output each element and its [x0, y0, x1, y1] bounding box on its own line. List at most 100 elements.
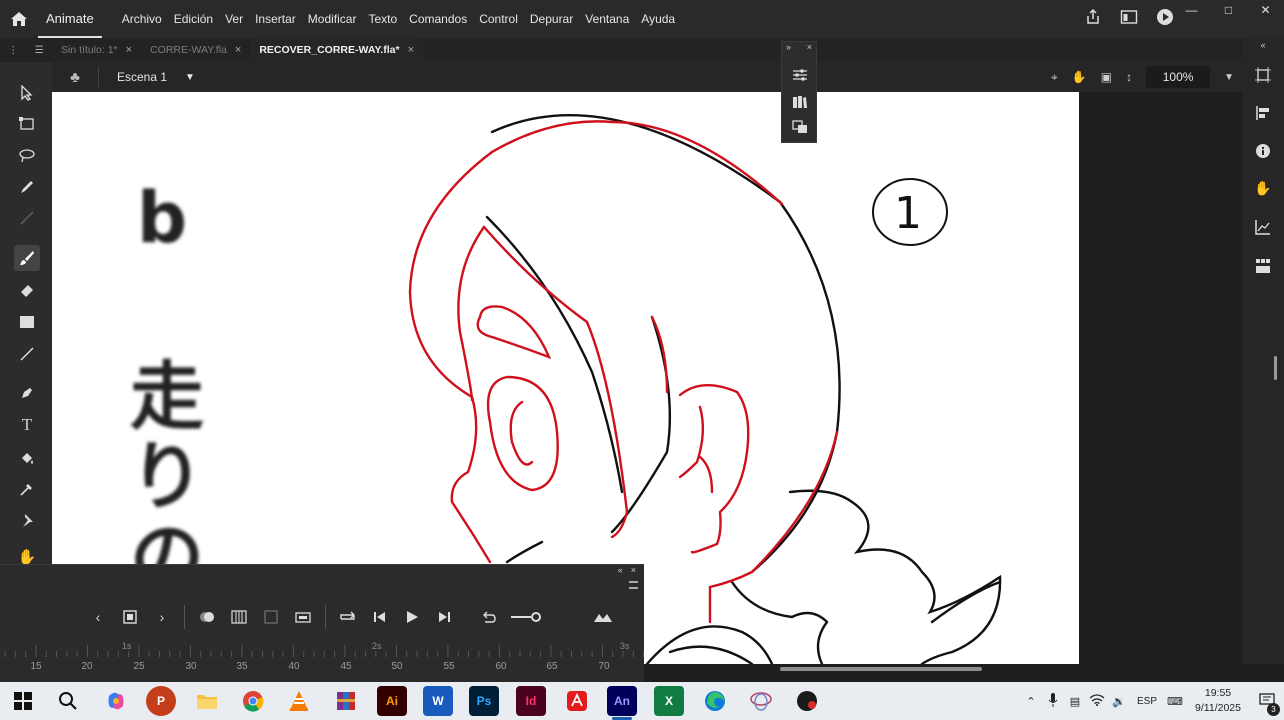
menu-depurar[interactable]: Depurar — [524, 0, 579, 38]
undo-icon[interactable] — [479, 607, 499, 627]
center-stage-icon[interactable]: ↕ — [1126, 70, 1132, 84]
illustrator-icon[interactable]: Ai — [377, 686, 407, 716]
menu-ayuda[interactable]: Ayuda — [635, 0, 681, 38]
swap-symbol-icon[interactable] — [788, 116, 812, 138]
brush-tool-icon[interactable] — [14, 245, 40, 271]
close-tab-icon[interactable]: × — [408, 44, 414, 56]
language-indicator[interactable]: ESP — [1130, 696, 1164, 707]
line-tool-icon[interactable] — [14, 341, 40, 367]
paste-frames-icon[interactable] — [261, 607, 281, 627]
loop-icon[interactable] — [338, 607, 358, 627]
wifi-icon[interactable] — [1086, 693, 1108, 709]
stop-icon[interactable] — [120, 607, 140, 627]
selection-tool-icon[interactable] — [14, 80, 40, 106]
microphone-icon[interactable] — [1042, 692, 1064, 710]
scene-selector[interactable]: Escena 1 ▼ — [99, 70, 195, 84]
clip-content-icon[interactable]: ▣ — [1101, 70, 1112, 84]
chrome-icon[interactable] — [238, 686, 268, 716]
speaker-icon[interactable]: 🔉 — [1108, 695, 1130, 708]
info-icon[interactable] — [1250, 138, 1276, 164]
eraser-tool-icon[interactable] — [14, 277, 40, 303]
eyedropper-tool-icon[interactable] — [14, 476, 40, 502]
paint-bucket-tool-icon[interactable] — [14, 445, 40, 471]
edit-multiple-frames-icon[interactable] — [229, 607, 249, 627]
step-forward-icon[interactable] — [434, 607, 454, 627]
app-dark-icon[interactable] — [792, 686, 822, 716]
edge-icon[interactable] — [700, 686, 730, 716]
library-icon[interactable] — [788, 91, 812, 113]
display-icon[interactable]: ▤ — [1064, 695, 1086, 708]
rotate-stage-icon[interactable]: ✋ — [1072, 70, 1087, 84]
file-explorer-icon[interactable] — [192, 686, 222, 716]
free-transform-tool-icon[interactable] — [14, 111, 40, 137]
motion-editor-icon[interactable] — [1250, 214, 1276, 240]
menu-insertar[interactable]: Insertar — [249, 0, 302, 38]
next-frame-icon[interactable]: › — [152, 607, 172, 627]
workspace-layout-icon[interactable] — [1120, 9, 1138, 30]
pencil-tool-icon[interactable] — [14, 174, 40, 200]
maximize-button[interactable]: □ — [1210, 0, 1247, 20]
word-icon[interactable]: W — [423, 686, 453, 716]
winrar-icon[interactable] — [331, 686, 361, 716]
tab-recover-corre-way[interactable]: RECOVER_CORRE-WAY.fla* × — [250, 38, 423, 62]
pin-tool-icon[interactable] — [14, 507, 40, 533]
step-back-icon[interactable] — [370, 607, 390, 627]
home-icon[interactable] — [0, 0, 38, 38]
share-icon[interactable] — [1084, 8, 1102, 31]
animate-icon[interactable]: An — [607, 686, 637, 716]
tab-sin-titulo[interactable]: Sin título: 1* × — [52, 38, 141, 62]
dock-scrollbar[interactable] — [1274, 356, 1277, 380]
collapse-timeline-icon[interactable]: « — [618, 565, 623, 579]
menu-modificar[interactable]: Modificar — [302, 0, 363, 38]
menu-edicion[interactable]: Edición — [168, 0, 219, 38]
menu-ver[interactable]: Ver — [219, 0, 249, 38]
lasso-tool-icon[interactable] — [14, 143, 40, 169]
close-tab-icon[interactable]: × — [235, 44, 241, 56]
components-icon[interactable] — [1250, 253, 1276, 279]
asset-warp-icon[interactable]: ✋ — [1250, 175, 1276, 201]
align-icon[interactable] — [1250, 100, 1276, 126]
copilot-icon[interactable] — [101, 686, 131, 716]
close-panel-icon[interactable]: × — [807, 42, 812, 54]
menu-archivo[interactable]: Archivo — [116, 0, 168, 38]
search-icon[interactable] — [53, 686, 83, 716]
rectangle-tool-icon[interactable] — [14, 309, 40, 335]
app-lasso-icon[interactable] — [746, 686, 776, 716]
chevron-up-icon[interactable]: ⌃ — [1020, 695, 1042, 708]
close-window-button[interactable]: ✕ — [1247, 0, 1284, 20]
timeline-menu-icon[interactable] — [629, 581, 638, 589]
notifications-icon[interactable]: 3 — [1250, 692, 1284, 716]
menu-comandos[interactable]: Comandos — [403, 0, 473, 38]
frame-scale-slider[interactable] — [511, 612, 551, 622]
pen-tool-icon[interactable] — [14, 380, 40, 406]
convert-frames-icon[interactable] — [293, 607, 313, 627]
menu-ventana[interactable]: Ventana — [579, 0, 635, 38]
minimize-button[interactable]: — — [1173, 0, 1210, 20]
previous-frame-icon[interactable]: ‹ — [88, 607, 108, 627]
collapse-panel-icon[interactable]: » — [786, 42, 791, 54]
menu-texto[interactable]: Texto — [362, 0, 403, 38]
tab-corre-way[interactable]: CORRE-WAY.fla × — [141, 38, 250, 62]
clock[interactable]: 19:55 9/11/2025 — [1186, 686, 1250, 716]
test-movie-play-icon[interactable] — [1156, 8, 1174, 31]
panel-grip-icon[interactable]: ⋮ ☰ — [0, 38, 52, 62]
frame-ruler[interactable]: 1s 2s 3s 15 20 25 30 35 40 45 50 55 60 6… — [0, 639, 644, 681]
onion-skin-icon[interactable] — [197, 607, 217, 627]
width-tool-icon[interactable] — [14, 205, 40, 231]
close-tab-icon[interactable]: × — [126, 44, 132, 56]
text-tool-icon[interactable]: T — [14, 412, 40, 438]
fit-frames-icon[interactable] — [593, 607, 613, 627]
photoshop-icon[interactable]: Ps — [469, 686, 499, 716]
transform-icon[interactable] — [1250, 62, 1276, 88]
properties-sliders-icon[interactable] — [788, 64, 812, 86]
stage-horizontal-scrollbar[interactable] — [780, 667, 982, 671]
powerpoint-icon[interactable]: P — [146, 686, 176, 716]
keyboard-layout-icon[interactable]: ⌨ — [1164, 695, 1186, 708]
excel-icon[interactable]: X — [654, 686, 684, 716]
vlc-icon[interactable] — [284, 686, 314, 716]
close-timeline-icon[interactable]: × — [631, 565, 636, 579]
menu-control[interactable]: Control — [473, 0, 524, 38]
zoom-dropdown-icon[interactable]: ▼ — [1224, 72, 1234, 83]
play-icon[interactable] — [402, 607, 422, 627]
collapse-dock-icon[interactable]: « — [1250, 40, 1276, 52]
